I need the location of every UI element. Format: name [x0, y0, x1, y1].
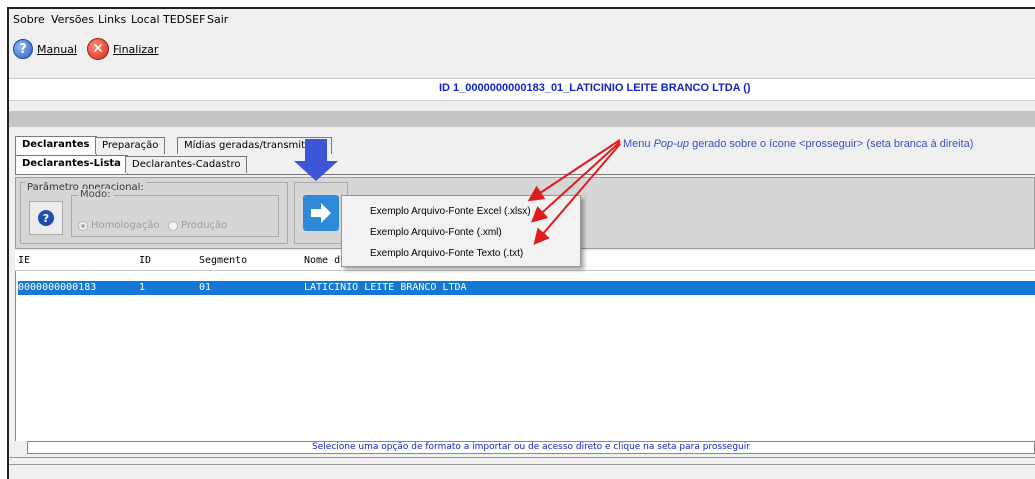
red-arrow-excel: [527, 139, 621, 202]
red-arrow-xml: [531, 141, 621, 223]
down-arrow-indicator: [294, 139, 338, 181]
application-window: Sobre Versões Links Local TEDSEF Sair ? …: [7, 7, 1035, 479]
annotation-arrows: [294, 139, 621, 246]
red-arrow-txt: [533, 143, 621, 246]
